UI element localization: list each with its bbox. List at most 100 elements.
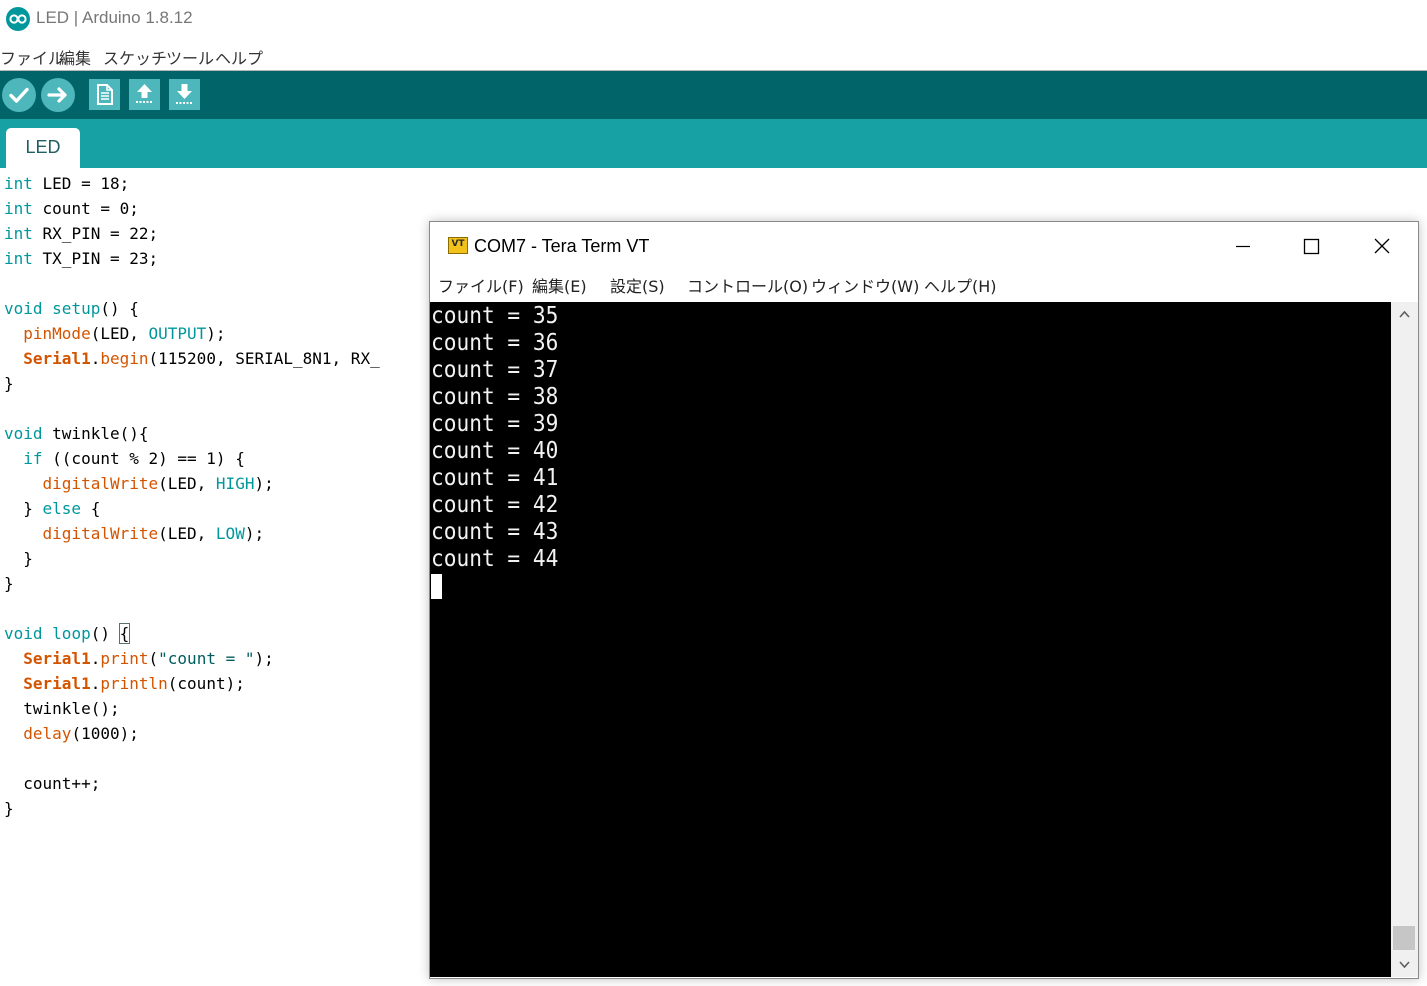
code-token: . bbox=[90, 674, 101, 693]
terminal-line: count = 35 bbox=[431, 303, 559, 329]
code-line: delay(1000); bbox=[4, 721, 139, 746]
teraterm-app-icon: VT bbox=[448, 237, 468, 254]
code-line: } bbox=[4, 546, 33, 571]
code-token: twinkle(){ bbox=[42, 424, 149, 443]
maximize-icon bbox=[1303, 238, 1320, 255]
terminal-line: count = 43 bbox=[431, 519, 559, 545]
code-token: void bbox=[4, 299, 43, 318]
terminal-line: count = 44 bbox=[431, 546, 559, 572]
teraterm-icon-label: VT bbox=[451, 239, 465, 249]
code-token: loop bbox=[52, 624, 91, 643]
chevron-down-icon bbox=[1399, 961, 1410, 969]
code-line: } bbox=[4, 796, 14, 821]
code-token: twinkle(); bbox=[4, 699, 120, 718]
code-token: void bbox=[4, 424, 43, 443]
maximize-button[interactable] bbox=[1281, 222, 1341, 270]
code-line: void loop() { bbox=[4, 621, 131, 646]
menu-sketch[interactable]: スケッチ bbox=[103, 45, 167, 69]
code-token: if bbox=[23, 449, 43, 468]
upload-button[interactable] bbox=[41, 78, 75, 112]
code-token: { bbox=[81, 499, 101, 518]
code-line: int count = 0; bbox=[4, 196, 139, 221]
code-token: . bbox=[90, 649, 101, 668]
teraterm-window: VT COM7 - Tera Term VT ファイル(F) 編集(E) 設定(… bbox=[429, 221, 1419, 979]
terminal-line: count = 41 bbox=[431, 465, 559, 491]
code-token: (count); bbox=[167, 674, 245, 693]
minimize-button[interactable] bbox=[1212, 222, 1272, 270]
code-token: "count = " bbox=[158, 649, 255, 668]
tt-menu-file[interactable]: ファイル(F) bbox=[438, 273, 524, 297]
code-token: ); bbox=[254, 649, 274, 668]
code-token: println bbox=[100, 674, 168, 693]
code-token: () { bbox=[100, 299, 139, 318]
scrollbar-thumb[interactable] bbox=[1393, 926, 1415, 950]
code-token: ( bbox=[148, 649, 159, 668]
code-token: } bbox=[4, 549, 33, 568]
terminal-line: count = 39 bbox=[431, 411, 559, 437]
code-token: LED = 18; bbox=[32, 174, 130, 193]
code-token: } bbox=[4, 374, 14, 393]
code-line: } else { bbox=[4, 496, 100, 521]
code-line: } bbox=[4, 371, 14, 396]
code-token: (115200, SERIAL_8N1, RX_ bbox=[148, 349, 380, 368]
tt-menu-edit[interactable]: 編集(E) bbox=[532, 273, 587, 297]
tt-menu-setup[interactable]: 設定(S) bbox=[610, 273, 665, 297]
close-button[interactable] bbox=[1351, 222, 1411, 270]
menu-tools[interactable]: ツール bbox=[166, 45, 214, 69]
terminal-line: count = 42 bbox=[431, 492, 559, 518]
code-line: Serial1.begin(115200, SERIAL_8N1, RX_ bbox=[4, 346, 380, 371]
matched-brace: { bbox=[118, 623, 131, 644]
code-token: count = 0; bbox=[32, 199, 139, 218]
code-line: digitalWrite(LED, HIGH); bbox=[4, 471, 274, 496]
new-icon bbox=[97, 84, 113, 105]
sketch-tab-bar: LED bbox=[0, 119, 1427, 168]
tt-menu-window[interactable]: ウィンドウ(W) bbox=[811, 273, 919, 297]
terminal-cursor bbox=[431, 574, 442, 599]
code-token: TX_PIN = 23; bbox=[32, 249, 159, 268]
code-token: ); bbox=[206, 324, 226, 343]
arduino-logo-icon bbox=[6, 7, 30, 31]
arduino-toolbar bbox=[0, 71, 1427, 119]
code-token: (LED, bbox=[158, 524, 216, 543]
teraterm-menu-bar: ファイル(F) 編集(E) 設定(S) コントロール(O) ウィンドウ(W) ヘ… bbox=[430, 270, 1418, 300]
menu-help[interactable]: ヘルプ bbox=[215, 45, 263, 69]
verify-button[interactable] bbox=[2, 78, 36, 112]
tt-menu-help[interactable]: ヘルプ(H) bbox=[924, 273, 997, 297]
code-token: } bbox=[4, 499, 43, 518]
tab-led[interactable]: LED bbox=[6, 128, 80, 168]
code-line: int TX_PIN = 23; bbox=[4, 246, 158, 271]
code-line: Serial1.print("count = "); bbox=[4, 646, 274, 671]
save-button[interactable] bbox=[169, 79, 200, 110]
code-token: ); bbox=[254, 474, 274, 493]
scroll-up-button[interactable] bbox=[1391, 302, 1418, 326]
terminal-line: count = 36 bbox=[431, 330, 559, 356]
scroll-down-button[interactable] bbox=[1391, 953, 1418, 977]
code-token: (LED, bbox=[158, 474, 216, 493]
menu-file[interactable]: ファイル bbox=[0, 45, 64, 69]
open-button[interactable] bbox=[129, 79, 160, 110]
code-line: int LED = 18; bbox=[4, 171, 129, 196]
menu-edit[interactable]: 編集 bbox=[59, 45, 91, 69]
code-token: Serial1 bbox=[23, 349, 91, 368]
save-icon bbox=[176, 84, 193, 104]
tt-menu-control[interactable]: コントロール(O) bbox=[687, 273, 808, 297]
code-token: LOW bbox=[215, 524, 245, 543]
arduino-menu-bar: ファイル 編集 スケッチ ツール ヘルプ bbox=[0, 38, 1427, 71]
upload-icon bbox=[47, 87, 67, 103]
terminal-output[interactable]: count = 35 count = 36 count = 37 count =… bbox=[430, 302, 1391, 977]
code-line: } bbox=[4, 571, 14, 596]
code-token: digitalWrite bbox=[42, 474, 159, 493]
code-token: } bbox=[4, 799, 14, 818]
code-line: int RX_PIN = 22; bbox=[4, 221, 158, 246]
new-sketch-button[interactable] bbox=[89, 79, 120, 110]
code-line: Serial1.println(count); bbox=[4, 671, 245, 696]
terminal-scrollbar[interactable] bbox=[1391, 302, 1418, 977]
code-token: else bbox=[42, 499, 82, 518]
code-line: if ((count % 2) == 1) { bbox=[4, 446, 245, 471]
